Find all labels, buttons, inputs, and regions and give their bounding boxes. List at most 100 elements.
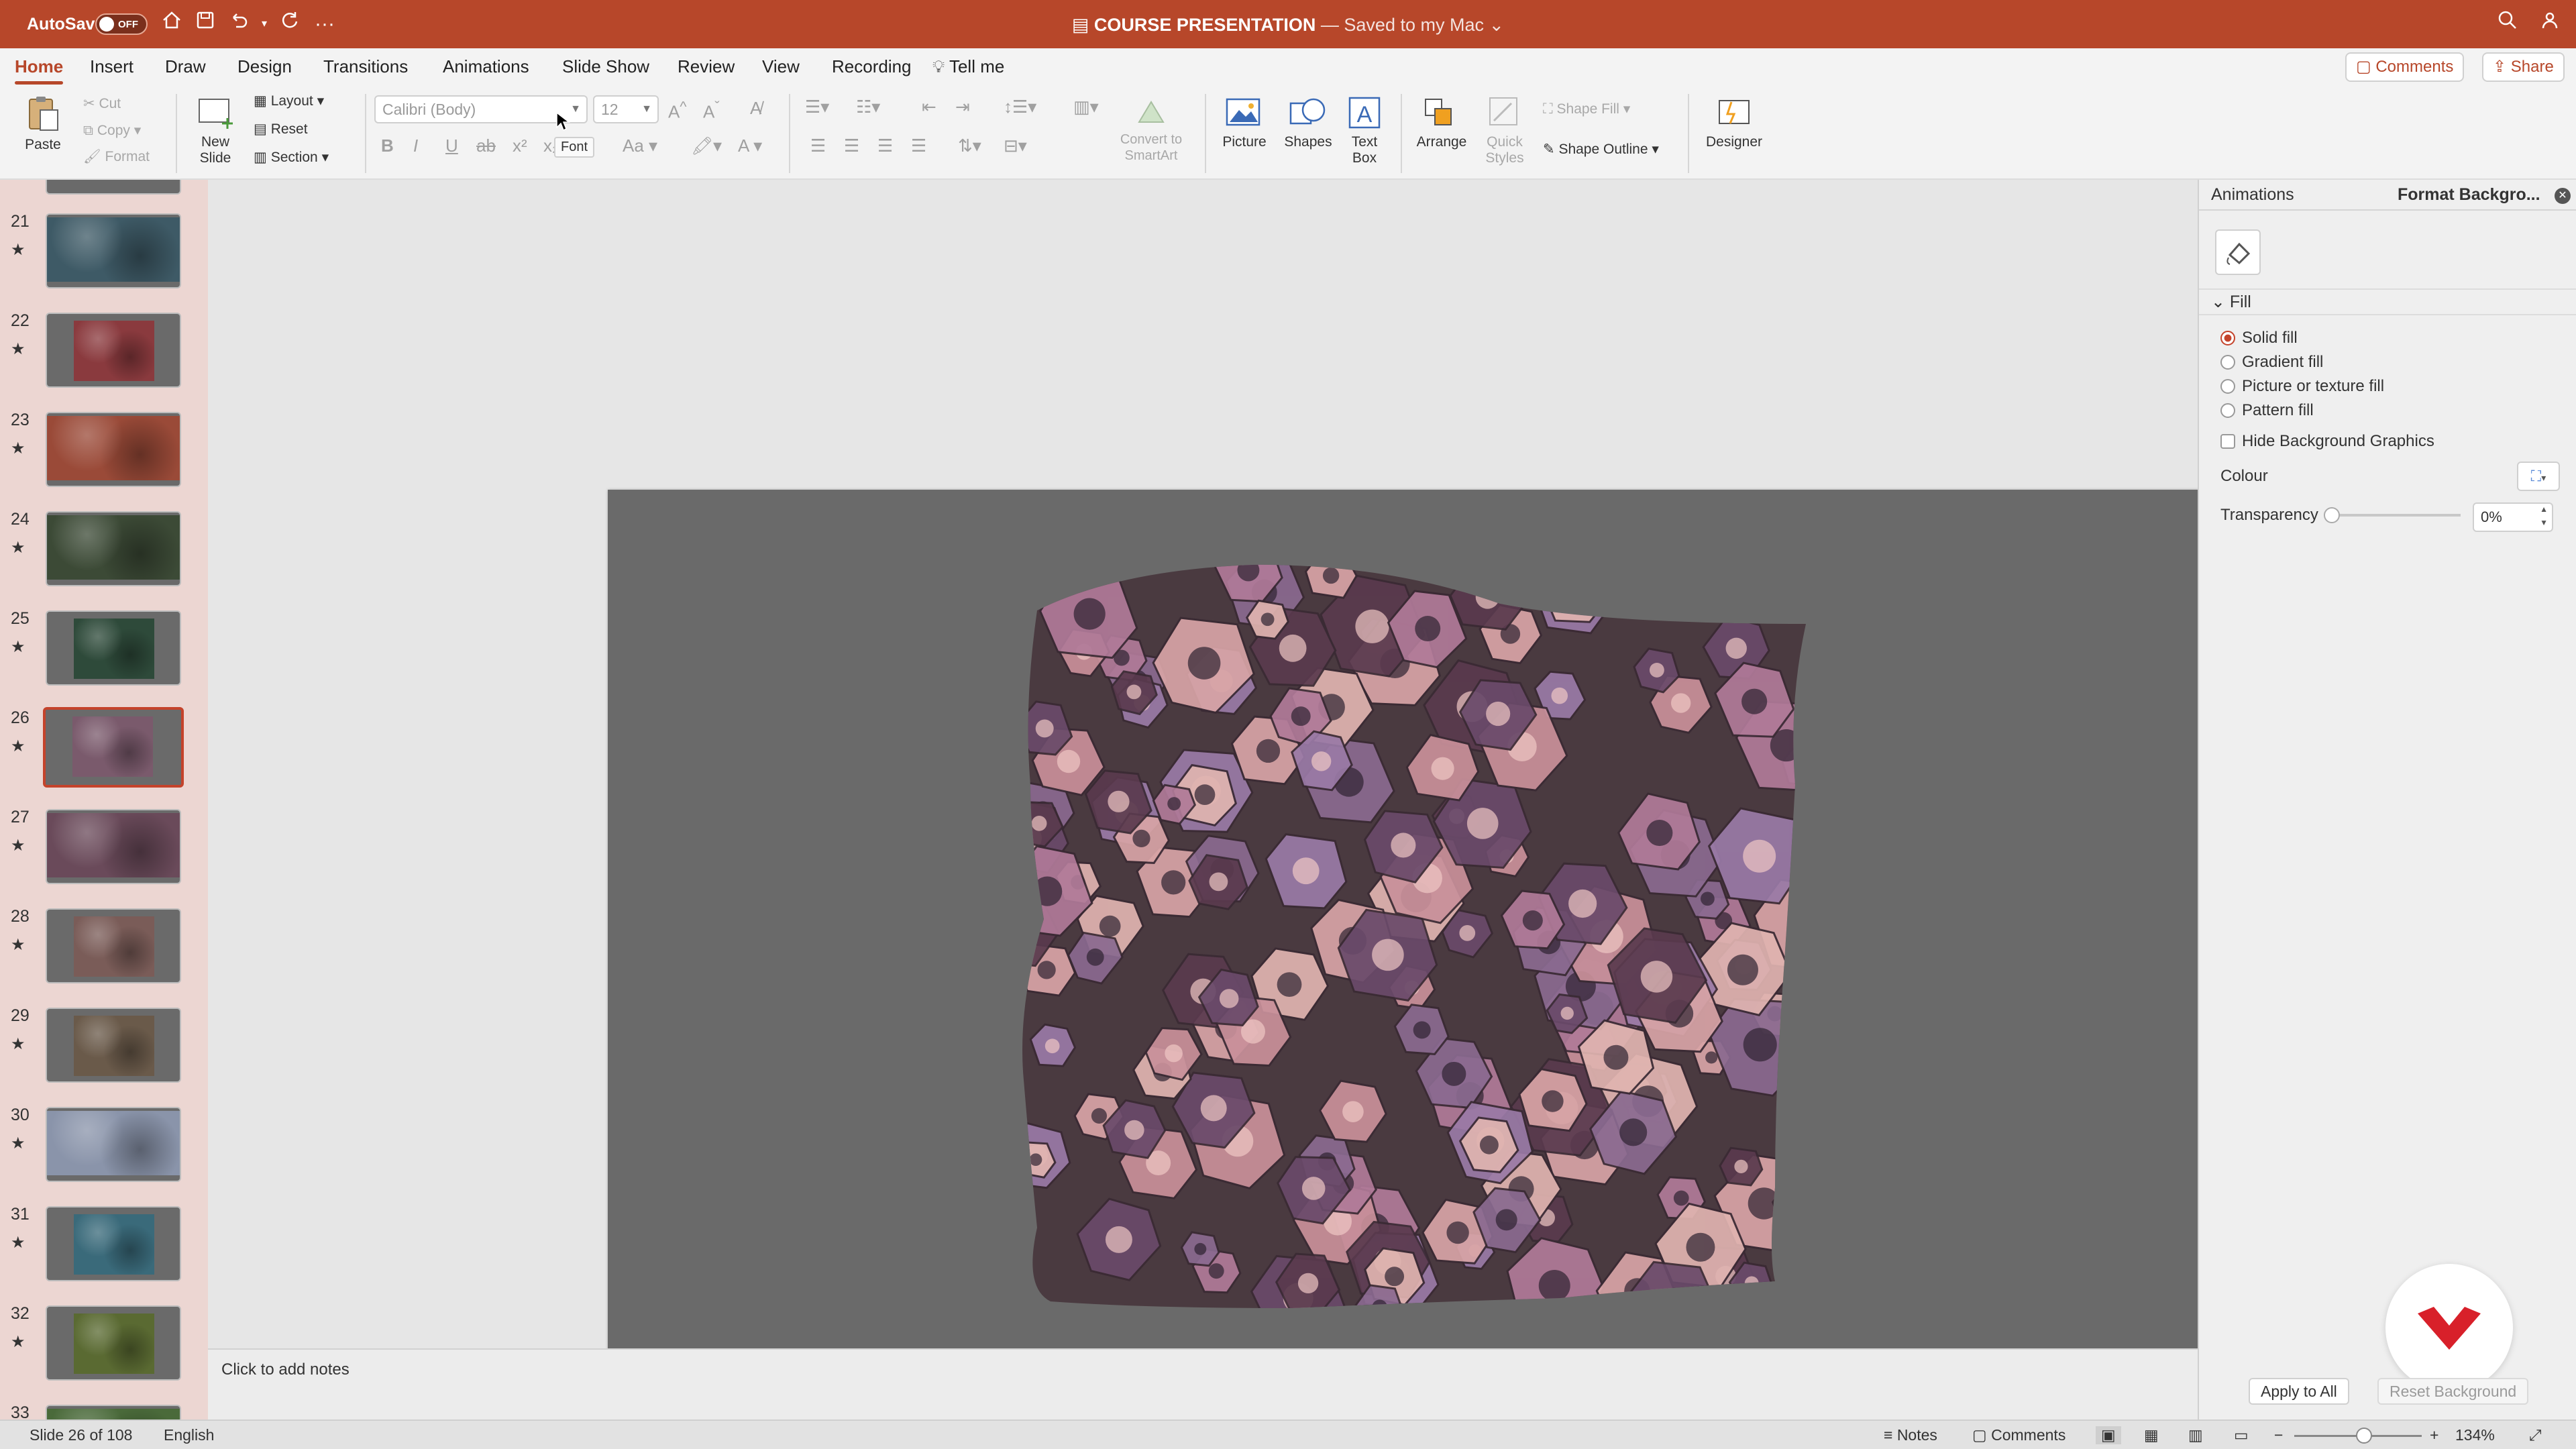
current-slide[interactable]	[608, 490, 2216, 1395]
slide-thumbnail[interactable]	[46, 1305, 181, 1381]
slide-thumbnail-row[interactable]: 29 ★	[0, 1006, 208, 1106]
slide-thumbnail-partial[interactable]	[46, 180, 181, 195]
italic-icon[interactable]: I	[413, 136, 418, 156]
bold-icon[interactable]: B	[381, 136, 394, 156]
slide-thumbnail[interactable]	[43, 707, 184, 788]
reading-view-icon[interactable]: ▥	[2188, 1426, 2203, 1444]
align-right-icon[interactable]: ☰	[877, 136, 893, 156]
tell-me[interactable]: 💡︎ Tell me	[932, 56, 1004, 78]
copy-button[interactable]: ⧉ Copy ▾	[83, 122, 141, 139]
transparency-input[interactable]: 0% ▲ ▼	[2473, 502, 2553, 532]
slide-thumbnail-row[interactable]: 23 ★	[0, 411, 208, 510]
bullets-icon[interactable]: ☰▾	[805, 97, 829, 117]
comments-toggle[interactable]: ▢ Comments	[1972, 1426, 2065, 1444]
tab-view[interactable]: View	[762, 56, 800, 77]
shapes-button[interactable]: Shapes	[1275, 94, 1342, 150]
paste-button[interactable]: Paste	[16, 94, 70, 153]
increase-indent-icon[interactable]: ⇥	[955, 97, 970, 117]
fill-category-button[interactable]	[2215, 229, 2261, 275]
close-icon[interactable]: ✕	[2555, 188, 2571, 204]
picture-button[interactable]: Picture	[1214, 94, 1275, 150]
slide-thumbnail-row[interactable]: 26 ★	[0, 707, 208, 808]
fill-section-header[interactable]: ⌄ Fill	[2199, 288, 2576, 315]
columns-icon[interactable]: ▥▾	[1073, 97, 1099, 117]
slide-thumbnail-row[interactable]: 22 ★	[0, 311, 208, 411]
picture-texture-fill-option[interactable]: Picture or texture fill	[2220, 377, 2384, 396]
transparency-slider[interactable]	[2324, 507, 2461, 523]
text-direction-icon[interactable]: ⇅▾	[958, 136, 981, 156]
fit-to-window-icon[interactable]: ⤢	[2529, 1426, 2541, 1444]
font-color-icon[interactable]: A ▾	[738, 136, 762, 156]
pane-tab-animations[interactable]: Animations	[2211, 185, 2294, 205]
colour-picker-button[interactable]: ⛶▾	[2517, 462, 2560, 491]
slide-sorter-icon[interactable]: ▦	[2144, 1426, 2159, 1444]
pane-tab-format-background[interactable]: Format Backgro...	[2398, 185, 2540, 205]
shape-outline-button[interactable]: ✎ Shape Outline ▾	[1543, 141, 1659, 158]
slide-thumbnail-row[interactable]: 24 ★	[0, 510, 208, 609]
decrease-font-icon[interactable]: Aˇ	[703, 98, 720, 123]
slider-thumb[interactable]	[2324, 507, 2340, 523]
slide-show-icon[interactable]: ▭	[2234, 1426, 2249, 1444]
new-slide-button[interactable]: New Slide	[186, 94, 244, 166]
normal-view-icon[interactable]: ▣	[2096, 1426, 2121, 1444]
apply-to-all-button[interactable]: Apply to All	[2249, 1378, 2349, 1405]
slide-thumbnail[interactable]	[46, 809, 181, 884]
tab-animations[interactable]: Animations	[443, 56, 529, 77]
slide-thumbnail-row[interactable]: 31 ★	[0, 1205, 208, 1304]
tab-insert[interactable]: Insert	[90, 56, 133, 77]
slide-thumbnail-row[interactable]: 33★	[0, 1403, 208, 1419]
pattern-fill-option[interactable]: Pattern fill	[2220, 401, 2314, 420]
align-left-icon[interactable]: ☰	[810, 136, 826, 156]
stepper-icon[interactable]: ▲ ▼	[2540, 502, 2548, 529]
designer-button[interactable]: Designer	[1697, 94, 1771, 150]
notes-toggle[interactable]: ≡ Notes	[1884, 1426, 1937, 1444]
arrange-button[interactable]: Arrange	[1411, 94, 1472, 150]
tab-design[interactable]: Design	[237, 56, 292, 77]
slide-thumbnail-row[interactable]: 27 ★	[0, 808, 208, 907]
slide-thumbnail[interactable]	[46, 1206, 181, 1281]
align-center-icon[interactable]: ☰	[844, 136, 859, 156]
tab-transitions[interactable]: Transitions	[323, 56, 408, 77]
hide-bg-graphics-checkbox[interactable]: Hide Background Graphics	[2220, 432, 2434, 451]
quick-styles-button[interactable]: Quick Styles	[1476, 94, 1534, 166]
zoom-level[interactable]: 134%	[2455, 1426, 2495, 1444]
line-spacing-icon[interactable]: ↕☰▾	[1004, 97, 1036, 117]
tab-draw[interactable]: Draw	[165, 56, 206, 77]
font-size-combo[interactable]: 12 ▼	[593, 95, 659, 123]
zoom-in-icon[interactable]: +	[2430, 1426, 2438, 1444]
fabric-image[interactable]	[608, 490, 2216, 1395]
slide-thumbnail[interactable]	[46, 213, 181, 288]
zoom-out-icon[interactable]: −	[2274, 1426, 2283, 1444]
share-people-icon[interactable]	[2533, 9, 2563, 39]
title-chevron-icon[interactable]: ⌄	[1484, 15, 1505, 35]
slide-thumbnail-row[interactable]: 25 ★	[0, 609, 208, 708]
gradient-fill-option[interactable]: Gradient fill	[2220, 353, 2323, 372]
slide-thumbnail-row[interactable]: 21 ★	[0, 212, 208, 311]
convert-smartart-button[interactable]: Convert to SmartArt	[1111, 95, 1191, 164]
slide-thumbnail[interactable]	[46, 313, 181, 388]
slide-thumbnail-row[interactable]: 28 ★	[0, 907, 208, 1006]
radio[interactable]	[2220, 403, 2235, 418]
section-button[interactable]: ▥ Section ▾	[254, 149, 329, 166]
underline-icon[interactable]: U	[445, 136, 458, 156]
checkbox[interactable]	[2220, 434, 2235, 449]
increase-font-icon[interactable]: A^	[668, 98, 687, 123]
justify-icon[interactable]: ☰	[911, 136, 926, 156]
cut-button[interactable]: ✂ Cut	[83, 95, 121, 112]
slide-thumbnail[interactable]	[46, 908, 181, 983]
tab-slide-show[interactable]: Slide Show	[562, 56, 649, 77]
align-text-icon[interactable]: ⊟▾	[1004, 136, 1027, 156]
shape-fill-button[interactable]: ⛶ Shape Fill ▾	[1543, 101, 1630, 117]
format-painter-button[interactable]: 🖌︎ Format	[83, 149, 150, 165]
slide-thumbnail-row[interactable]: 32 ★	[0, 1304, 208, 1403]
layout-button[interactable]: ▦ Layout ▾	[254, 93, 324, 109]
decrease-indent-icon[interactable]: ⇤	[922, 97, 936, 117]
highlight-icon[interactable]: 🖍︎▾	[691, 136, 722, 156]
zoom-thumb[interactable]	[2356, 1428, 2372, 1444]
zoom-slider[interactable]	[2294, 1428, 2422, 1444]
search-icon[interactable]	[2493, 9, 2522, 39]
slide-thumbnail-row[interactable]: 30 ★	[0, 1106, 208, 1205]
notes-area[interactable]: Click to add notes	[208, 1348, 2198, 1419]
language-indicator[interactable]: English	[164, 1426, 214, 1444]
slide-thumbnail[interactable]	[46, 610, 181, 686]
